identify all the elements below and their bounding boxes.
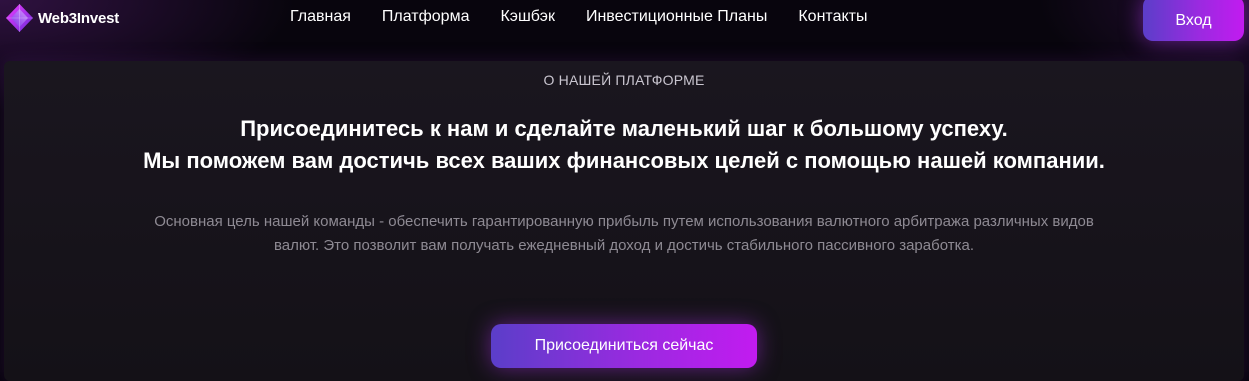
login-button[interactable]: Вход — [1143, 0, 1244, 41]
nav-item-investment-plans[interactable]: Инвестиционные Планы — [586, 8, 767, 26]
section-headline: Присоединитесь к нам и сделайте маленьки… — [4, 113, 1244, 177]
nav-item-cashback[interactable]: Кэшбэк — [500, 8, 554, 26]
logo-icon — [6, 4, 33, 32]
site-header: Web3Invest Главная Платформа Кэшбэк Инве… — [0, 0, 1249, 41]
logo[interactable]: Web3Invest — [4, 3, 119, 33]
nav-item-home[interactable]: Главная — [290, 8, 351, 26]
section-eyebrow: О НАШЕЙ ПЛАТФОРМЕ — [543, 72, 705, 88]
headline-line-1: Присоединитесь к нам и сделайте маленьки… — [240, 116, 1008, 141]
nav-item-platform[interactable]: Платформа — [382, 8, 470, 26]
nav-item-contacts[interactable]: Контакты — [798, 8, 867, 26]
join-now-button[interactable]: Присоединиться сейчас — [491, 324, 757, 368]
section-description: Основная цель нашей команды - обеспечить… — [154, 213, 1094, 254]
about-platform-section: О НАШЕЙ ПЛАТФОРМЕ Присоединитесь к нам и… — [4, 61, 1244, 381]
logo-text: Web3Invest — [38, 9, 120, 27]
headline-line-2: Мы поможем вам достичь всех ваших финанс… — [143, 148, 1105, 173]
main-nav: Главная Платформа Кэшбэк Инвестиционные … — [290, 8, 867, 26]
